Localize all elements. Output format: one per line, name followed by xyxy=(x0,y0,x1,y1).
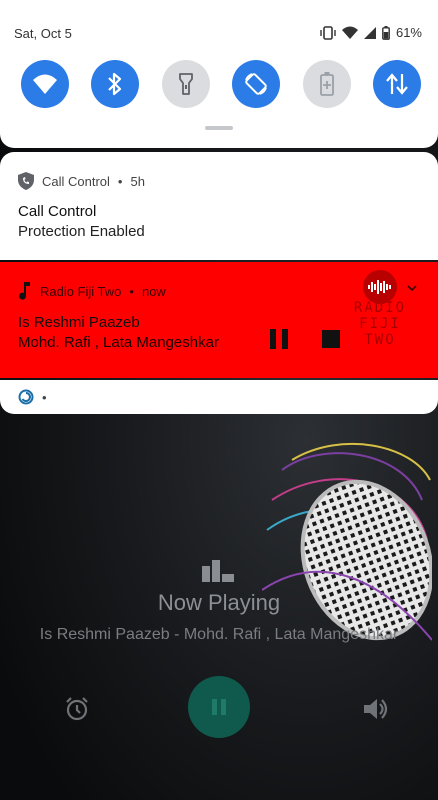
call-control-notification[interactable]: Call Control • 5h Call Control Protectio… xyxy=(0,152,438,260)
notification-app-name: Call Control xyxy=(42,173,110,189)
media-notification[interactable]: Radio Fiji Two • now Is Reshmi Paazeb Mo… xyxy=(0,262,438,378)
quick-settings-tiles xyxy=(21,60,421,108)
volume-icon[interactable] xyxy=(360,694,390,724)
quick-settings-panel: Sat, Oct 5 61% xyxy=(0,0,438,148)
wifi-tile[interactable] xyxy=(21,60,69,108)
media-separator: • xyxy=(129,283,134,299)
status-bar: Sat, Oct 5 61% xyxy=(0,0,438,41)
battery-icon xyxy=(382,25,390,40)
audio-wave-icon xyxy=(368,280,391,294)
media-track-artist: Mohd. Rafi , Lata Mangeshkar xyxy=(18,334,219,351)
battery-saver-icon xyxy=(319,72,334,96)
collapsed-notification-header: • xyxy=(18,389,47,405)
vibrate-icon xyxy=(320,25,336,40)
sync-app-icon xyxy=(18,389,34,405)
media-pause-button[interactable] xyxy=(266,326,292,352)
collapsed-notification-separator: • xyxy=(42,389,47,405)
drag-handle[interactable] xyxy=(205,126,233,130)
notification-header: Call Control • 5h xyxy=(18,172,145,190)
battery-saver-tile[interactable] xyxy=(302,60,351,108)
media-notification-header: Radio Fiji Two • now xyxy=(18,282,166,300)
status-date: Sat, Oct 5 xyxy=(14,26,72,41)
microphone-artwork xyxy=(262,442,432,641)
flashlight-icon xyxy=(178,73,193,95)
auto-rotate-icon xyxy=(245,73,268,95)
battery-percent: 61% xyxy=(395,25,422,40)
notification-time: 5h xyxy=(130,173,145,189)
radio-logo-line2: FIJI TWO xyxy=(359,316,401,348)
bluetooth-tile[interactable] xyxy=(91,60,140,108)
media-time: now xyxy=(141,283,166,299)
mobile-data-icon xyxy=(386,73,408,95)
pause-button[interactable] xyxy=(188,676,250,738)
chevron-down-icon[interactable] xyxy=(407,284,417,292)
auto-rotate-tile[interactable] xyxy=(232,60,281,108)
cell-signal-icon xyxy=(363,26,376,39)
wifi-icon xyxy=(341,26,358,39)
mobile-data-tile[interactable] xyxy=(372,60,421,108)
collapsed-notification[interactable]: • xyxy=(0,380,438,414)
flashlight-tile[interactable] xyxy=(161,60,210,108)
equalizer-icon xyxy=(202,560,234,582)
notification-title: Call Control xyxy=(18,203,97,220)
media-track-title: Is Reshmi Paazeb xyxy=(18,314,140,331)
radio-logo-circle xyxy=(363,270,397,304)
pause-icon xyxy=(212,699,226,715)
wifi-icon xyxy=(33,74,57,94)
music-note-icon xyxy=(19,282,30,300)
status-icons: 61% xyxy=(320,25,422,40)
media-app-name: Radio Fiji Two xyxy=(40,283,122,299)
notification-separator: • xyxy=(117,173,123,189)
notification-text: Protection Enabled xyxy=(18,223,145,240)
radio-logo-art: RADIO FIJI TWO xyxy=(340,300,420,348)
shield-phone-icon xyxy=(18,172,34,190)
bluetooth-icon xyxy=(108,72,122,96)
alarm-icon[interactable] xyxy=(62,694,92,724)
now-playing-subtitle: Is Reshmi Paazeb - Mohd. Rafi , Lata Man… xyxy=(39,626,399,643)
now-playing-title: Now Playing xyxy=(157,590,281,615)
